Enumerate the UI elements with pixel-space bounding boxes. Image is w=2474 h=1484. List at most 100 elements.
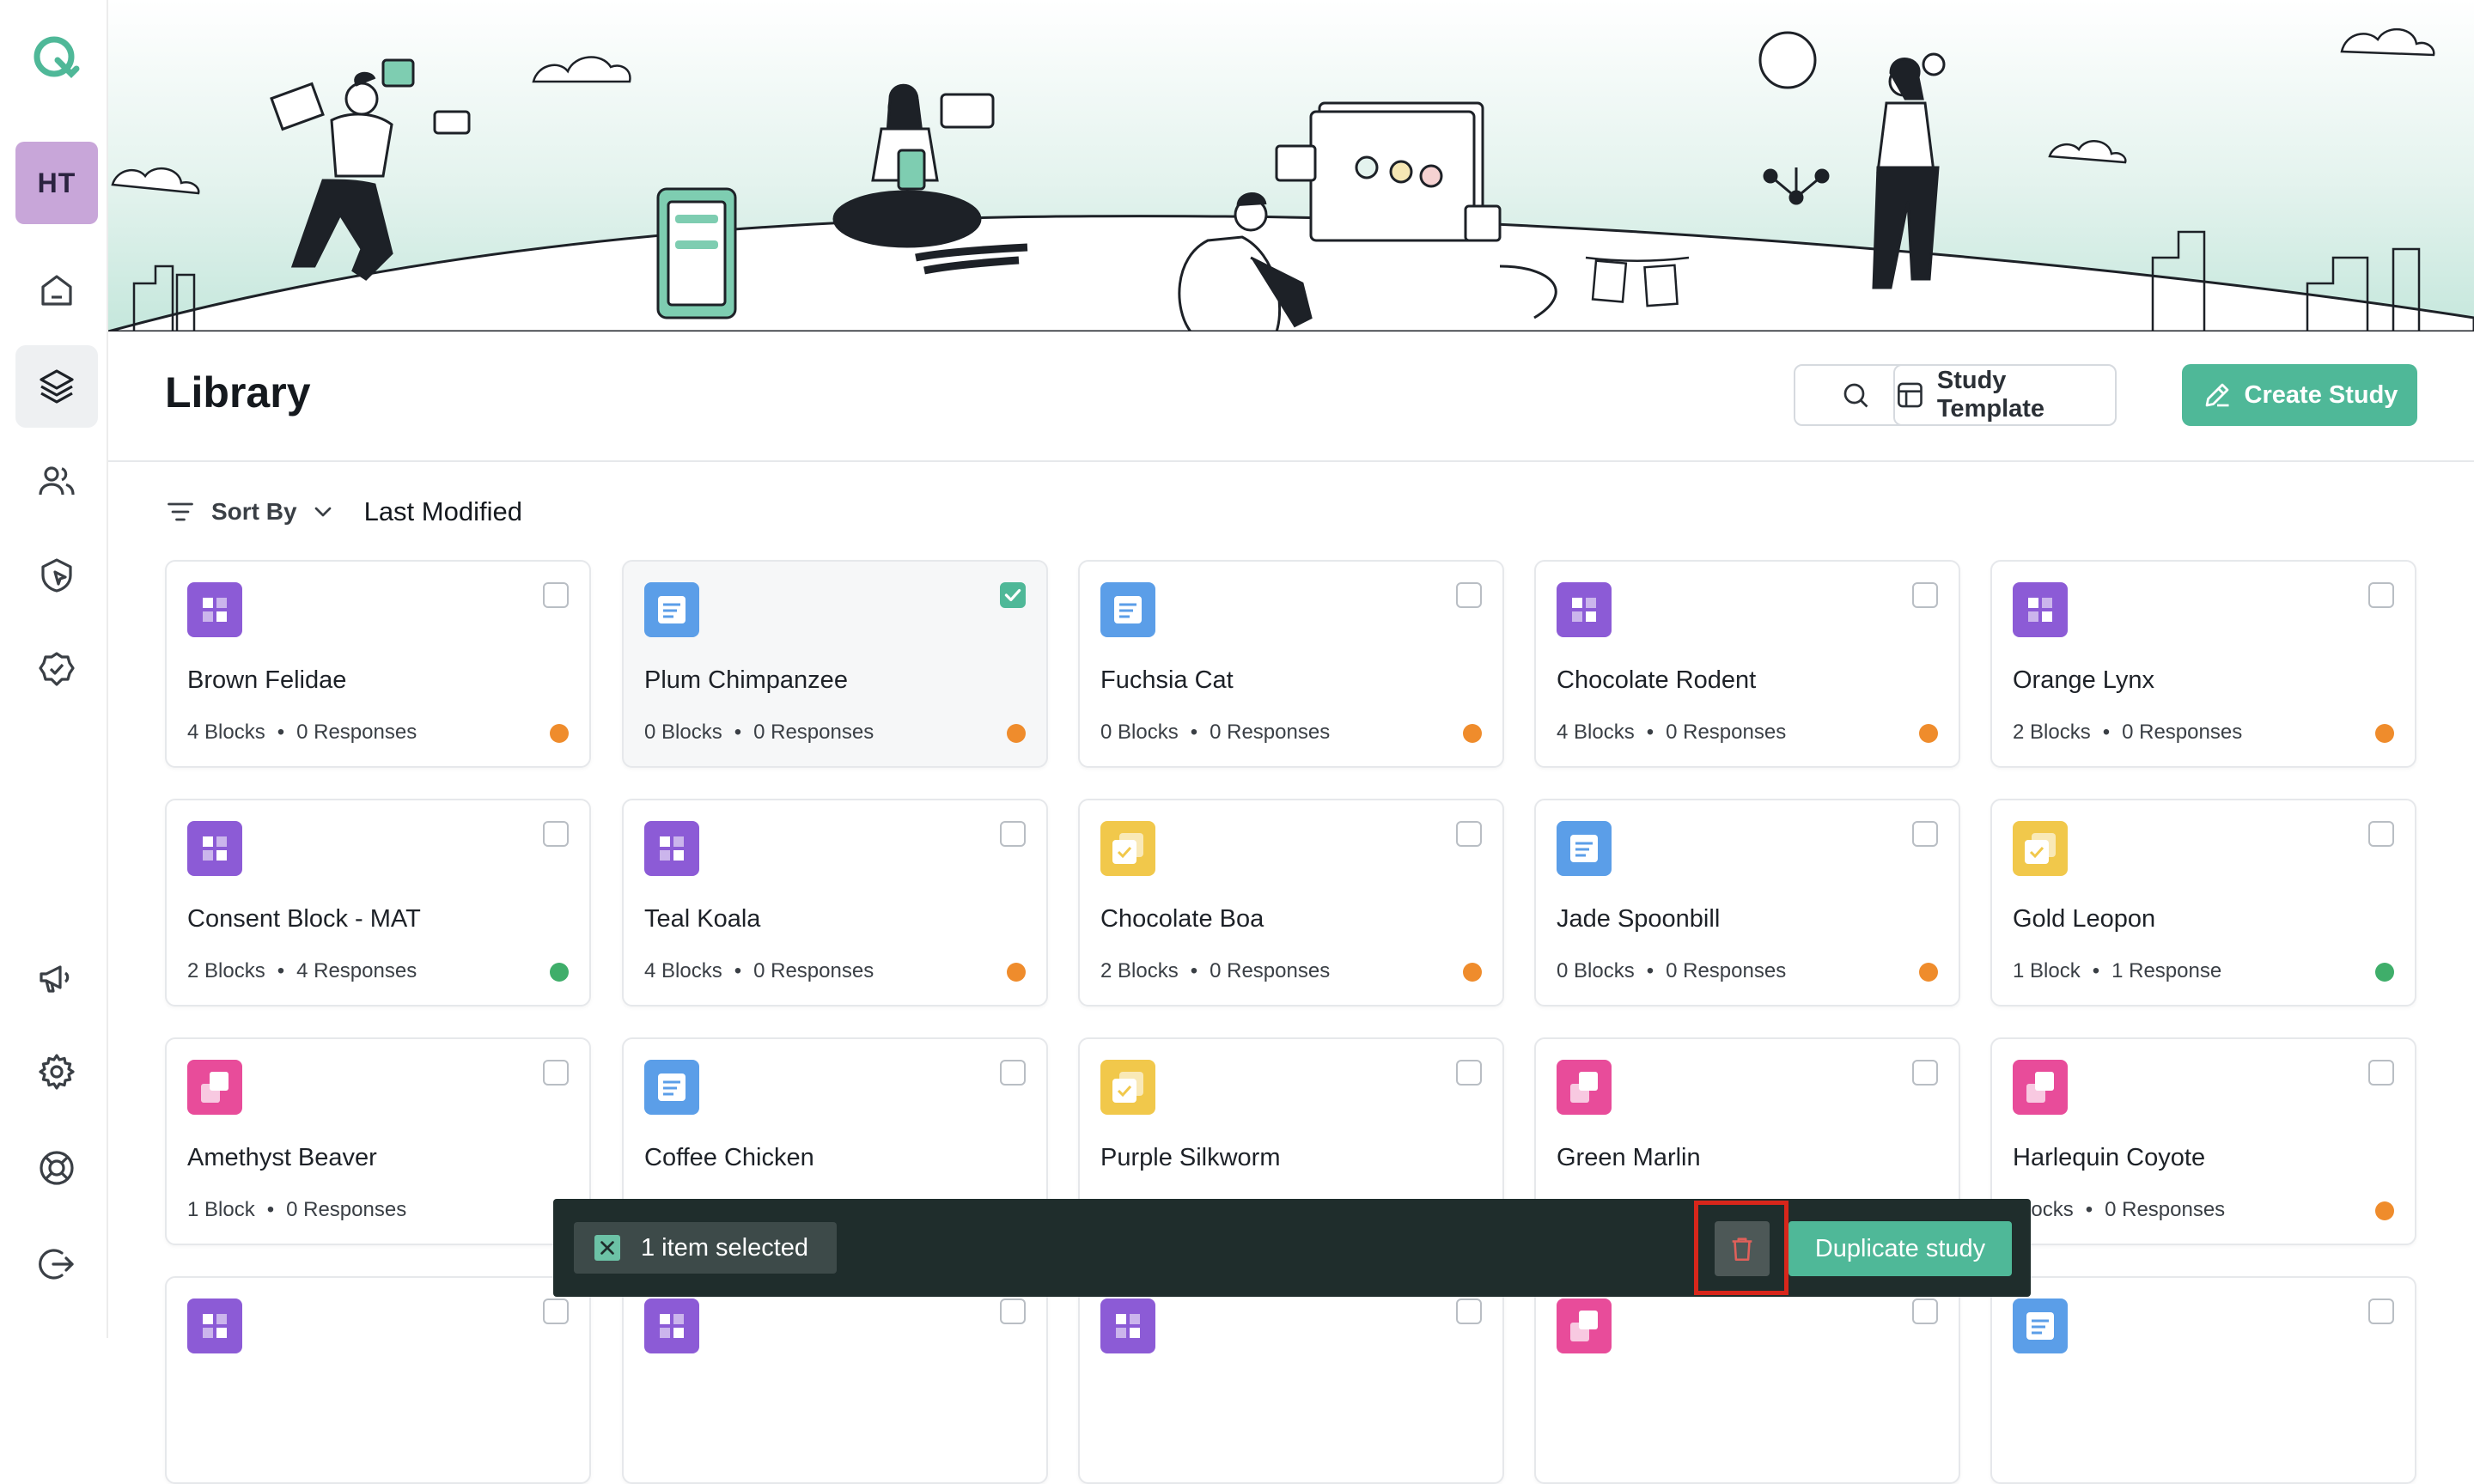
study-card-checkbox[interactable]	[1912, 821, 1938, 847]
study-card-meta: 2 Blocks • 4 Responses	[187, 959, 417, 983]
study-card-checkbox[interactable]	[543, 1298, 569, 1324]
sidebar-item-settings[interactable]	[15, 1031, 98, 1113]
study-card[interactable]: Fuchsia Cat 0 Blocks • 0 Responses	[1078, 560, 1504, 768]
study-card-checkbox[interactable]	[1000, 1060, 1026, 1086]
study-card-checkbox[interactable]	[1912, 582, 1938, 608]
sidebar-item-library[interactable]	[15, 345, 98, 428]
study-card-checkbox[interactable]	[1456, 821, 1482, 847]
sort-value[interactable]: Last Modified	[364, 496, 522, 527]
study-type-icon	[1100, 1298, 1155, 1353]
study-card-responses: 1 Response	[2111, 959, 2222, 982]
study-card-checkbox[interactable]	[2368, 1298, 2394, 1324]
sidebar-item-logout[interactable]	[15, 1223, 98, 1305]
study-card-title: Orange Lynx	[2013, 666, 2154, 694]
study-card[interactable]	[165, 1276, 591, 1484]
delete-button[interactable]	[1715, 1221, 1770, 1276]
study-purple-icon	[2013, 582, 2068, 637]
duplicate-study-button[interactable]: Duplicate study	[1788, 1221, 2012, 1276]
sidebar-item-home[interactable]	[15, 249, 98, 331]
study-card[interactable]: Orange Lynx 2 Blocks • 0 Responses	[1990, 560, 2416, 768]
study-card-checkbox[interactable]	[1912, 1298, 1938, 1324]
study-stack-icon	[2013, 1060, 2068, 1115]
study-card[interactable]: Consent Block - MAT 2 Blocks • 4 Responses	[165, 799, 591, 1007]
study-card-checkbox[interactable]	[1456, 1298, 1482, 1324]
study-card-meta: 0 Blocks • 0 Responses	[1100, 721, 1330, 745]
header-divider	[108, 460, 2474, 462]
study-checklist-icon	[1100, 821, 1155, 876]
study-card[interactable]	[1990, 1276, 2416, 1484]
study-purple-icon	[644, 821, 699, 876]
sidebar-item-verify[interactable]	[15, 629, 98, 711]
study-card-checkbox[interactable]	[543, 1060, 569, 1086]
study-card[interactable]: Chocolate Rodent 4 Blocks • 0 Responses	[1534, 560, 1960, 768]
study-card-blocks: 0 Blocks	[1100, 721, 1179, 744]
study-card-blocks: 1 Block	[2013, 959, 2081, 982]
create-study-button[interactable]: Create Study	[2182, 364, 2417, 426]
meta-separator: •	[2092, 959, 2100, 982]
study-card[interactable]	[622, 1276, 1048, 1484]
study-card-responses: 4 Responses	[296, 959, 417, 982]
sidebar-item-announcements[interactable]	[15, 936, 98, 1019]
pencil-icon	[2205, 383, 2229, 407]
study-card[interactable]: Chocolate Boa 2 Blocks • 0 Responses	[1078, 799, 1504, 1007]
study-stack-icon	[187, 1060, 242, 1115]
study-card-checkbox[interactable]	[1000, 1298, 1026, 1324]
filter-lines-icon	[168, 502, 193, 521]
study-card-checkbox[interactable]	[2368, 821, 2394, 847]
sidebar: HT	[0, 0, 108, 1338]
study-card-checkbox[interactable]	[1456, 582, 1482, 608]
logout-icon	[39, 1249, 74, 1280]
status-dot	[2375, 963, 2394, 982]
study-type-icon	[644, 582, 699, 637]
study-card-checkbox[interactable]	[543, 582, 569, 608]
study-card-responses: 0 Responses	[1666, 721, 1787, 744]
study-card-meta: 0 Blocks • 0 Responses	[644, 721, 874, 745]
study-purple-icon	[1100, 1298, 1155, 1353]
study-card-checkbox[interactable]	[1000, 582, 1026, 608]
study-template-button[interactable]: Study Template	[1893, 364, 2117, 426]
clear-selection-button[interactable]	[594, 1235, 620, 1261]
chevron-down-icon[interactable]	[309, 498, 337, 526]
avatar[interactable]: HT	[15, 142, 98, 224]
study-card-checkbox[interactable]	[1912, 1060, 1938, 1086]
study-card-checkbox[interactable]	[1000, 821, 1026, 847]
study-purple-icon	[1557, 582, 1612, 637]
sidebar-item-help[interactable]	[15, 1127, 98, 1209]
study-card-checkbox[interactable]	[2368, 582, 2394, 608]
study-card-responses: 0 Responses	[2105, 1198, 2226, 1221]
selection-count[interactable]: 1 item selected	[574, 1222, 837, 1274]
study-card[interactable]: Harlequin Coyote Blocks • 0 Responses	[1990, 1037, 2416, 1245]
study-card-title: Harlequin Coyote	[2013, 1144, 2206, 1171]
study-type-icon	[644, 1298, 699, 1353]
study-card[interactable]: Brown Felidae 4 Blocks • 0 Responses	[165, 560, 591, 768]
study-card[interactable]: Teal Koala 4 Blocks • 0 Responses	[622, 799, 1048, 1007]
home-icon	[41, 275, 72, 306]
study-card-responses: 0 Responses	[753, 721, 874, 744]
sidebar-item-users[interactable]	[15, 440, 98, 522]
app-logo[interactable]	[28, 31, 83, 86]
study-card[interactable]: Gold Leopon 1 Block • 1 Response	[1990, 799, 2416, 1007]
study-card-checkbox[interactable]	[1456, 1060, 1482, 1086]
status-dot	[1463, 724, 1482, 743]
study-type-icon	[1557, 821, 1612, 876]
sidebar-item-clicks[interactable]	[15, 534, 98, 617]
study-card-meta: 1 Block • 1 Response	[2013, 959, 2221, 983]
study-card-meta: 4 Blocks • 0 Responses	[187, 721, 417, 745]
study-card-checkbox[interactable]	[2368, 1060, 2394, 1086]
study-card-blocks: 2 Blocks	[2013, 721, 2091, 744]
study-type-icon	[187, 582, 242, 637]
study-type-icon	[1100, 582, 1155, 637]
sort-by-label[interactable]: Sort By	[211, 498, 297, 526]
megaphone-icon	[40, 965, 70, 993]
meta-separator: •	[734, 959, 742, 982]
search-icon	[1843, 383, 1868, 408]
study-card[interactable]	[1534, 1276, 1960, 1484]
study-card[interactable]: Plum Chimpanzee 0 Blocks • 0 Responses	[622, 560, 1048, 768]
study-card-checkbox[interactable]	[543, 821, 569, 847]
study-card[interactable]: Jade Spoonbill 0 Blocks • 0 Responses	[1534, 799, 1960, 1007]
study-card[interactable]	[1078, 1276, 1504, 1484]
check-badge-icon	[39, 652, 75, 686]
study-card[interactable]: Amethyst Beaver 1 Block • 0 Responses	[165, 1037, 591, 1245]
study-type-icon	[1557, 1298, 1612, 1353]
study-card-responses: 0 Responses	[1210, 721, 1331, 744]
